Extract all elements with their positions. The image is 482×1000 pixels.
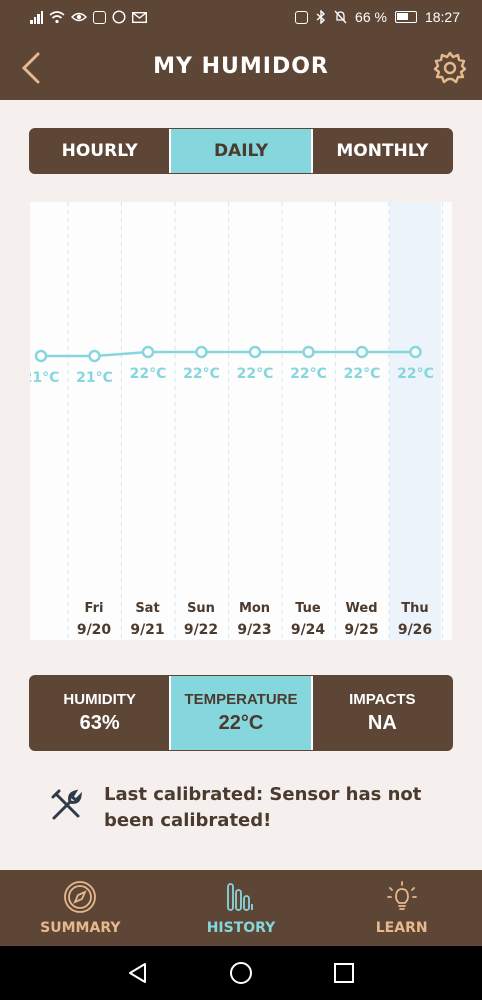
bar-chart-icon bbox=[227, 883, 253, 911]
mail-icon bbox=[132, 11, 147, 23]
tab-monthly[interactable]: MONTHLY bbox=[313, 129, 452, 173]
value-label: 22°C bbox=[237, 366, 274, 382]
clock: 18:27 bbox=[424, 9, 460, 25]
metric-temperature[interactable]: TEMPERATURE 22°C bbox=[171, 676, 313, 750]
lightbulb-icon bbox=[386, 881, 417, 910]
data-point[interactable] bbox=[355, 345, 369, 359]
data-point[interactable] bbox=[141, 345, 155, 359]
bottom-nav: SUMMARY HISTORY LEARN bbox=[0, 870, 482, 946]
nav-label: LEARN bbox=[375, 920, 428, 936]
metric-humidity[interactable]: HUMIDITY 63% bbox=[30, 676, 172, 750]
status-icons-left bbox=[30, 10, 147, 24]
eye-icon bbox=[71, 12, 87, 22]
x-tick-date: 9/23 bbox=[237, 622, 271, 638]
metric-label: TEMPERATURE bbox=[184, 691, 298, 708]
recents-square-icon[interactable] bbox=[332, 961, 356, 985]
x-tick-date: 9/26 bbox=[398, 622, 432, 638]
app-bar: MY HUMIDOR bbox=[0, 36, 482, 100]
data-point[interactable] bbox=[34, 349, 48, 363]
value-label: 22°C bbox=[130, 366, 167, 382]
nav-learn[interactable]: LEARN bbox=[321, 870, 482, 946]
status-bar: 66 % 18:27 bbox=[0, 0, 482, 36]
value-label: 21°C bbox=[30, 370, 59, 386]
x-tick-date: 9/27 bbox=[451, 622, 452, 638]
value-label: 22°C bbox=[183, 366, 220, 382]
period-tabs: HOURLY DAILY MONTHLY bbox=[29, 128, 453, 174]
whatsapp-icon bbox=[112, 10, 126, 24]
temperature-chart[interactable]: 21°C 21°C 22°C 22°C 22°C 22°C 22°C 22°C Fri 9/20 S… bbox=[30, 202, 452, 640]
data-point[interactable] bbox=[302, 345, 315, 359]
home-circle-icon[interactable] bbox=[229, 961, 253, 985]
metric-value: 63% bbox=[79, 712, 120, 734]
x-tick-date: 9/22 bbox=[184, 622, 218, 638]
metric-impacts[interactable]: IMPACTS NA bbox=[313, 676, 452, 750]
calibration-text: Last calibrated: Sensor has not been cal… bbox=[104, 784, 422, 831]
bluetooth-icon bbox=[316, 10, 326, 24]
gear-icon[interactable] bbox=[430, 48, 470, 88]
signal-icon bbox=[30, 10, 43, 24]
x-tick-date: 9/21 bbox=[130, 622, 164, 638]
data-point[interactable] bbox=[248, 345, 262, 359]
nav-label: SUMMARY bbox=[40, 920, 121, 936]
calibration-notice: Last calibrated: Sensor has not been cal… bbox=[48, 782, 458, 838]
battery-icon bbox=[394, 11, 417, 23]
x-tick-date: 9/24 bbox=[291, 622, 326, 638]
x-tick-day: Tue bbox=[295, 601, 321, 616]
metric-label: HUMIDITY bbox=[63, 691, 136, 708]
value-label: 22°C bbox=[290, 366, 327, 382]
tools-icon bbox=[51, 789, 83, 820]
value-label: 22°C bbox=[397, 366, 434, 382]
wifi-icon bbox=[49, 10, 65, 23]
x-tick-day: Sat bbox=[135, 601, 159, 616]
nav-summary[interactable]: SUMMARY bbox=[0, 870, 161, 946]
compass-icon bbox=[64, 881, 97, 913]
x-tick-day: Sun bbox=[187, 601, 215, 616]
value-label: 21°C bbox=[76, 370, 113, 386]
tab-daily[interactable]: DAILY bbox=[171, 129, 313, 173]
data-point[interactable] bbox=[88, 349, 101, 363]
nfc-icon bbox=[295, 10, 309, 24]
data-point[interactable] bbox=[409, 345, 422, 359]
mute-icon bbox=[334, 10, 347, 24]
x-tick-date: 9/25 bbox=[344, 622, 378, 638]
battery-percent: 66 % bbox=[355, 9, 387, 25]
metric-value: 22°C bbox=[218, 712, 264, 734]
x-tick-date: 9/20 bbox=[77, 622, 112, 638]
nav-history[interactable]: HISTORY bbox=[161, 870, 322, 946]
metric-label: IMPACTS bbox=[349, 691, 416, 708]
x-tick-day: Wed bbox=[346, 601, 378, 616]
tab-hourly[interactable]: HOURLY bbox=[30, 129, 172, 173]
nav-label: HISTORY bbox=[206, 920, 276, 936]
x-tick-day: Thu bbox=[401, 601, 428, 616]
value-label: 22°C bbox=[344, 366, 381, 382]
app-notification-icon bbox=[93, 10, 106, 24]
metric-value: NA bbox=[367, 712, 397, 734]
status-icons-right: 66 % 18:27 bbox=[295, 9, 460, 25]
system-nav-bar bbox=[0, 946, 482, 1000]
data-point[interactable] bbox=[195, 345, 208, 359]
metric-tabs: HUMIDITY 63% TEMPERATURE 22°C IMPACTS NA bbox=[29, 675, 453, 751]
x-tick-day: Fri bbox=[85, 601, 104, 616]
x-tick-day: Mon bbox=[239, 601, 270, 616]
chart-plot: 21°C 21°C 22°C 22°C 22°C 22°C 22°C 22°C Fri 9/20 S… bbox=[30, 202, 452, 640]
page-title: MY HUMIDOR bbox=[153, 54, 329, 79]
back-triangle-icon[interactable] bbox=[126, 961, 150, 985]
